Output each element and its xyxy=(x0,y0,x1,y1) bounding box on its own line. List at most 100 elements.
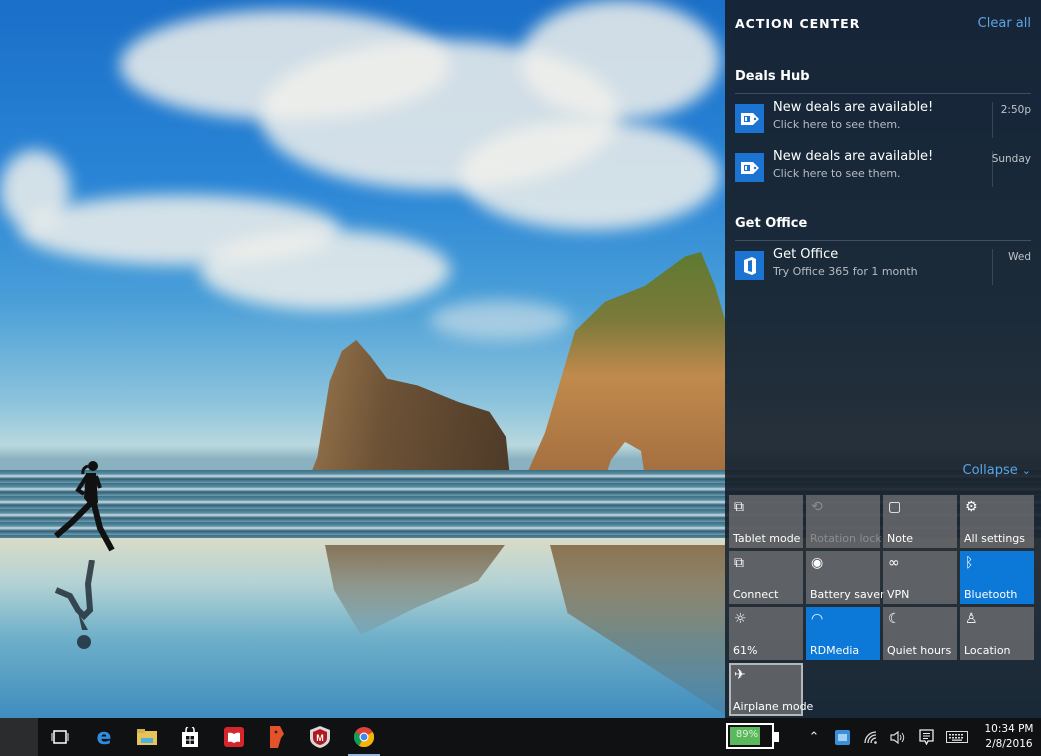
battery-saver-icon: ◉ xyxy=(811,555,824,571)
quick-action-label: Airplane mode xyxy=(733,700,814,713)
group-title[interactable]: Get Office xyxy=(735,214,1031,234)
collapse-button[interactable]: Collapse ⌄ xyxy=(963,463,1031,478)
quick-action-label: RDMedia xyxy=(810,644,860,657)
runner-silhouette xyxy=(54,461,115,552)
start-area[interactable] xyxy=(0,718,38,756)
quick-action-label: Note xyxy=(887,532,914,545)
battery-indicator[interactable]: 89% xyxy=(726,723,779,749)
chevron-down-icon: ⌄ xyxy=(1021,464,1031,477)
note-icon: ▢ xyxy=(888,499,902,515)
action-center-header: ACTION CENTER Clear all xyxy=(735,16,1031,32)
notification-separator xyxy=(992,102,993,138)
folder-icon xyxy=(137,729,157,745)
quick-action-tablet-mode[interactable]: ⧉ Tablet mode xyxy=(729,495,803,548)
battery-terminal xyxy=(774,732,779,742)
tray-app-button[interactable] xyxy=(832,718,852,756)
quick-action-label: All settings xyxy=(964,532,1025,545)
mcafee-shield-icon: M xyxy=(310,726,330,748)
brightness-icon: ☼ xyxy=(734,611,747,627)
battery-percent: 89% xyxy=(735,729,759,740)
quick-action-quiet-hours[interactable]: ☾ Quiet hours xyxy=(883,607,957,660)
mcafee-button[interactable]: M xyxy=(300,718,340,756)
quick-action-note[interactable]: ▢ Note xyxy=(883,495,957,548)
tray-app-icon xyxy=(834,729,850,745)
orange-app-button[interactable] xyxy=(257,718,297,756)
notification-time: Wed xyxy=(1008,251,1031,263)
wifi-icon xyxy=(863,730,877,744)
rotation-lock-icon: ⟲ xyxy=(811,499,823,515)
airplane-icon: ✈ xyxy=(734,667,746,683)
quick-action-label: Rotation lock xyxy=(810,532,882,545)
volume-button[interactable] xyxy=(887,718,909,756)
cloud xyxy=(430,300,570,340)
notification-title: Get Office xyxy=(773,247,839,262)
action-center-panel: ACTION CENTER Clear all Deals Hub New de… xyxy=(725,0,1041,718)
file-explorer-button[interactable] xyxy=(127,718,167,756)
quick-action-bluetooth[interactable]: ᛒ Bluetooth xyxy=(960,551,1034,604)
quick-action-61[interactable]: ☼ 61% xyxy=(729,607,803,660)
notification-title: New deals are available! xyxy=(773,149,934,164)
notification-item[interactable]: New deals are available! Click here to s… xyxy=(735,94,1031,143)
notification-body: Try Office 365 for 1 month xyxy=(773,265,918,278)
notification-time: Sunday xyxy=(991,153,1031,165)
notification-body: Click here to see them. xyxy=(773,167,901,180)
quick-action-rotation-lock[interactable]: ⟲ Rotation lock xyxy=(806,495,882,548)
quick-action-vpn[interactable]: ∞ VPN xyxy=(883,551,957,604)
collapse-label: Collapse xyxy=(962,463,1018,478)
notifications-icon xyxy=(918,729,934,745)
quick-action-battery-saver[interactable]: ◉ Battery saver xyxy=(806,551,884,604)
quick-action-label: Bluetooth xyxy=(964,588,1018,601)
cloud xyxy=(460,120,720,230)
office-icon xyxy=(735,251,764,280)
quick-action-label: Tablet mode xyxy=(733,532,801,545)
quick-action-rdmedia[interactable]: ◠ RDMedia xyxy=(806,607,880,660)
speaker-icon xyxy=(889,730,904,744)
task-view-icon xyxy=(51,730,69,744)
tablet-mode-icon: ⧉ xyxy=(734,499,744,515)
notification-body: Click here to see them. xyxy=(773,118,901,131)
quick-action-airplane-mode[interactable]: ✈ Airplane mode xyxy=(729,663,813,716)
clear-all-link[interactable]: Clear all xyxy=(978,16,1031,31)
store-icon xyxy=(182,727,198,747)
location-icon: ♙ xyxy=(965,611,978,627)
clock-date: 2/8/2016 xyxy=(985,738,1033,750)
quick-action-label: Connect xyxy=(733,588,779,601)
chrome-icon xyxy=(354,727,374,747)
rock-formation-left xyxy=(309,340,510,478)
notification-item[interactable]: Get Office Try Office 365 for 1 month We… xyxy=(735,241,1031,290)
chevron-up-icon: ⌃ xyxy=(808,729,820,745)
notification-group-deals-hub: Deals Hub New deals are available! Click… xyxy=(735,67,1031,192)
deals-tag-icon xyxy=(735,104,764,133)
rock-arch-right xyxy=(525,252,725,478)
bluetooth-icon: ᛒ xyxy=(965,555,974,571)
orange-app-icon xyxy=(270,726,284,748)
clock-time: 10:34 PM xyxy=(984,723,1034,735)
action-center-button[interactable] xyxy=(916,718,936,756)
touch-keyboard-button[interactable] xyxy=(944,718,970,756)
quick-action-location[interactable]: ♙ Location xyxy=(960,607,1034,660)
svg-text:M: M xyxy=(316,733,324,743)
vpn-icon: ∞ xyxy=(888,555,900,571)
reader-button[interactable] xyxy=(214,718,254,756)
notification-item[interactable]: New deals are available! Click here to s… xyxy=(735,143,1031,192)
quick-action-label: 61% xyxy=(733,644,758,657)
show-hidden-icons-button[interactable]: ⌃ xyxy=(804,718,824,756)
notification-time: 2:50p xyxy=(1000,104,1031,116)
action-center-title: ACTION CENTER xyxy=(735,16,861,31)
quick-action-label: Quiet hours xyxy=(887,644,952,657)
quick-action-label: Battery saver xyxy=(810,588,885,601)
chrome-button[interactable] xyxy=(344,718,384,756)
quick-action-connect[interactable]: ⧉ Connect xyxy=(729,551,803,604)
task-view-button[interactable] xyxy=(40,718,80,756)
cloud xyxy=(200,230,450,310)
runner-reflection xyxy=(54,560,95,649)
quick-action-all-settings[interactable]: ⚙ All settings xyxy=(960,495,1034,548)
edge-button[interactable]: e xyxy=(84,718,124,756)
reader-icon xyxy=(224,727,244,747)
network-button[interactable] xyxy=(861,718,881,756)
store-button[interactable] xyxy=(170,718,210,756)
group-title[interactable]: Deals Hub xyxy=(735,67,1031,87)
cloud xyxy=(520,0,720,120)
clock-button[interactable]: 10:34 PM 2/8/2016 xyxy=(980,722,1038,752)
notification-separator xyxy=(992,249,993,285)
